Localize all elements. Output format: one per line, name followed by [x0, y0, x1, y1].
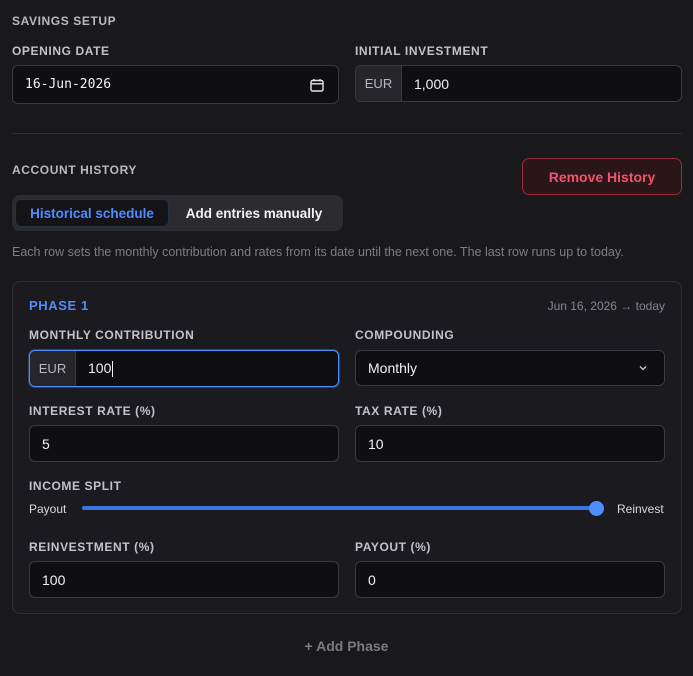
currency-addon: EUR	[30, 351, 76, 386]
compounding-value: Monthly	[368, 360, 418, 376]
tax-rate-input[interactable]: 10	[355, 425, 665, 462]
monthly-contribution-input[interactable]: EUR 100	[29, 350, 339, 387]
income-split-label: INCOME SPLIT	[29, 479, 122, 493]
initial-investment-value: 1,000	[414, 75, 450, 92]
savings-setup-title: SAVINGS SETUP	[12, 14, 117, 28]
calendar-icon[interactable]	[310, 78, 338, 92]
opening-date-value: 16-Jun-2026	[25, 77, 112, 92]
payout-label: PAYOUT (%)	[355, 540, 432, 554]
currency-addon: EUR	[356, 66, 402, 101]
tab-add-entries-manually[interactable]: Add entries manually	[169, 199, 339, 227]
remove-history-button[interactable]: Remove History	[522, 158, 682, 195]
reinvestment-value: 100	[42, 571, 66, 588]
interest-rate-label: INTEREST RATE (%)	[29, 404, 156, 418]
reinvestment-input[interactable]: 100	[29, 561, 339, 598]
payout-input[interactable]: 0	[355, 561, 665, 598]
phase-title: PHASE 1	[29, 298, 89, 313]
phase-date-range: Jun 16, 2026 → today	[547, 299, 665, 313]
history-mode-toggle: Historical schedule Add entries manually	[12, 195, 343, 231]
chevron-down-icon	[638, 363, 664, 373]
section-divider	[12, 133, 682, 134]
compounding-label: COMPOUNDING	[355, 328, 455, 342]
opening-date-input[interactable]: 16-Jun-2026	[12, 65, 339, 104]
interest-rate-value: 5	[42, 435, 50, 452]
payout-value: 0	[368, 571, 376, 588]
income-split-slider[interactable]	[82, 506, 596, 510]
initial-investment-input[interactable]: EUR 1,000	[355, 65, 682, 102]
compounding-select[interactable]: Monthly	[355, 350, 665, 386]
tab-historical-schedule[interactable]: Historical schedule	[15, 199, 169, 227]
split-reinvest-label: Reinvest	[617, 502, 664, 516]
income-split-slider-handle[interactable]	[588, 501, 604, 516]
monthly-contribution-label: MONTHLY CONTRIBUTION	[29, 328, 195, 342]
add-phase-button[interactable]: + Add Phase	[0, 638, 693, 654]
history-help-text: Each row sets the monthly contribution a…	[12, 245, 624, 259]
tax-rate-value: 10	[368, 435, 384, 452]
reinvestment-label: REINVESTMENT (%)	[29, 540, 155, 554]
monthly-contribution-value: 100	[88, 359, 114, 378]
interest-rate-input[interactable]: 5	[29, 425, 339, 462]
split-payout-label: Payout	[29, 502, 67, 516]
tax-rate-label: TAX RATE (%)	[355, 404, 443, 418]
initial-investment-label: INITIAL INVESTMENT	[355, 44, 489, 58]
opening-date-label: OPENING DATE	[12, 44, 110, 58]
account-history-title: ACCOUNT HISTORY	[12, 163, 138, 177]
